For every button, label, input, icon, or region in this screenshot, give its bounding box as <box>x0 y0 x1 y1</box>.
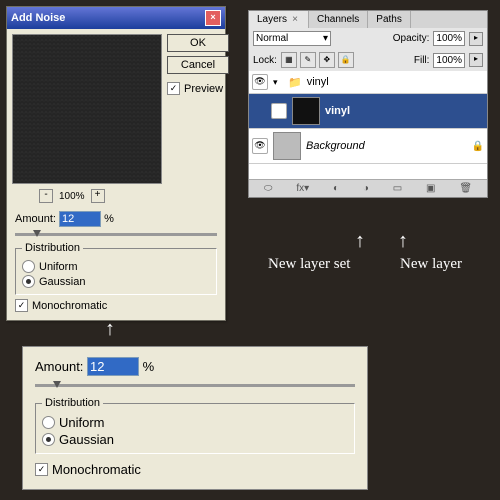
expand-icon[interactable]: ▾ <box>273 77 283 88</box>
visibility-icon[interactable]: 👁 <box>271 103 287 119</box>
layer-set-name: vinyl <box>307 76 329 88</box>
panel-tabs: Layers× Channels Paths <box>249 11 487 28</box>
amount-unit: % <box>104 213 114 225</box>
gaussian-radio[interactable] <box>22 275 35 288</box>
arrow-icon: ↑ <box>398 230 408 253</box>
ok-button[interactable]: OK <box>167 34 229 52</box>
dialog-title: Add Noise <box>11 12 65 24</box>
zoomed-detail: Amount: 12 % Distribution Uniform Gaussi… <box>22 346 368 490</box>
tab-paths[interactable]: Paths <box>368 11 411 28</box>
annotation-new-set: New layer set <box>268 256 350 273</box>
layer-row-background[interactable]: 👁 Background 🔒 <box>249 129 487 164</box>
lock-paint-icon[interactable]: ✎ <box>300 52 316 68</box>
fx-icon[interactable]: fx▾ <box>296 183 309 194</box>
lock-label: Lock: <box>253 55 277 66</box>
monochromatic-label: Monochromatic <box>32 300 107 312</box>
new-layer-icon[interactable]: ▣ <box>426 183 435 194</box>
trash-icon[interactable]: 🗑 <box>459 183 472 194</box>
fill-label: Fill: <box>414 55 430 66</box>
monochromatic-label: Monochromatic <box>52 462 141 477</box>
layer-set-row[interactable]: 👁 ▾ 📁 vinyl <box>249 71 487 94</box>
close-icon[interactable]: × <box>290 14 300 25</box>
opacity-label: Opacity: <box>393 33 430 44</box>
noise-preview <box>12 34 162 184</box>
blend-mode-select[interactable]: Normal▾ <box>253 31 331 46</box>
visibility-icon[interactable]: 👁 <box>252 74 268 90</box>
amount-slider[interactable] <box>35 384 355 387</box>
zoom-in-button[interactable]: + <box>91 189 105 203</box>
opacity-flyout-button[interactable]: ▸ <box>469 32 483 46</box>
amount-label: Amount: <box>15 213 56 225</box>
fill-input[interactable]: 100% <box>433 53 465 68</box>
dialog-titlebar[interactable]: Add Noise × <box>7 7 225 29</box>
amount-input[interactable]: 12 <box>87 357 139 376</box>
lock-icon: 🔒 <box>472 141 484 152</box>
layer-thumbnail <box>292 97 320 125</box>
cancel-button[interactable]: Cancel <box>167 56 229 74</box>
adjustment-icon[interactable]: ◑ <box>363 183 369 194</box>
distribution-legend: Distribution <box>42 397 103 409</box>
uniform-radio[interactable] <box>42 416 55 429</box>
monochromatic-checkbox[interactable]: ✓ <box>35 463 48 476</box>
layer-row-vinyl[interactable]: 👁 vinyl <box>249 94 487 129</box>
tab-channels[interactable]: Channels <box>309 11 368 28</box>
arrow-icon: ↑ <box>105 318 115 341</box>
folder-icon: 📁 <box>288 76 302 89</box>
uniform-radio[interactable] <box>22 260 35 273</box>
link-icon[interactable]: ⬭ <box>264 183 273 194</box>
layers-panel: Layers× Channels Paths Normal▾ Opacity: … <box>248 10 488 198</box>
amount-slider[interactable] <box>15 233 217 236</box>
visibility-icon[interactable]: 👁 <box>252 138 268 154</box>
opacity-input[interactable]: 100% <box>433 31 465 46</box>
gaussian-radio[interactable] <box>42 433 55 446</box>
distribution-group: Distribution Uniform Gaussian <box>15 242 217 295</box>
zoom-level: 100% <box>59 191 85 202</box>
preview-checkbox[interactable]: ✓ <box>167 82 180 95</box>
layer-name: Background <box>306 140 365 152</box>
monochromatic-checkbox[interactable]: ✓ <box>15 299 28 312</box>
distribution-legend: Distribution <box>22 242 83 254</box>
amount-label: Amount: <box>35 359 83 374</box>
tab-layers[interactable]: Layers× <box>249 11 309 28</box>
annotation-new-layer: New layer <box>400 256 462 273</box>
panel-footer: ⬭ fx▾ ◐ ◑ ▭ ▣ 🗑 <box>249 179 487 197</box>
layer-thumbnail <box>273 132 301 160</box>
lock-position-icon[interactable]: ✥ <box>319 52 335 68</box>
lock-transparency-icon[interactable]: ▦ <box>281 52 297 68</box>
layer-name: vinyl <box>325 105 350 117</box>
mask-icon[interactable]: ◐ <box>333 183 339 194</box>
zoom-out-button[interactable]: - <box>39 189 53 203</box>
add-noise-dialog: Add Noise × - 100% + OK Cancel ✓ Preview… <box>6 6 226 321</box>
amount-input[interactable]: 12 <box>59 211 101 227</box>
amount-unit: % <box>143 359 155 374</box>
close-icon[interactable]: × <box>205 10 221 26</box>
lock-all-icon[interactable]: 🔒 <box>338 52 354 68</box>
distribution-group: Distribution Uniform Gaussian <box>35 397 355 454</box>
fill-flyout-button[interactable]: ▸ <box>469 53 483 67</box>
preview-label: Preview <box>184 83 223 95</box>
new-set-icon[interactable]: ▭ <box>393 183 402 194</box>
arrow-icon: ↑ <box>355 230 365 253</box>
